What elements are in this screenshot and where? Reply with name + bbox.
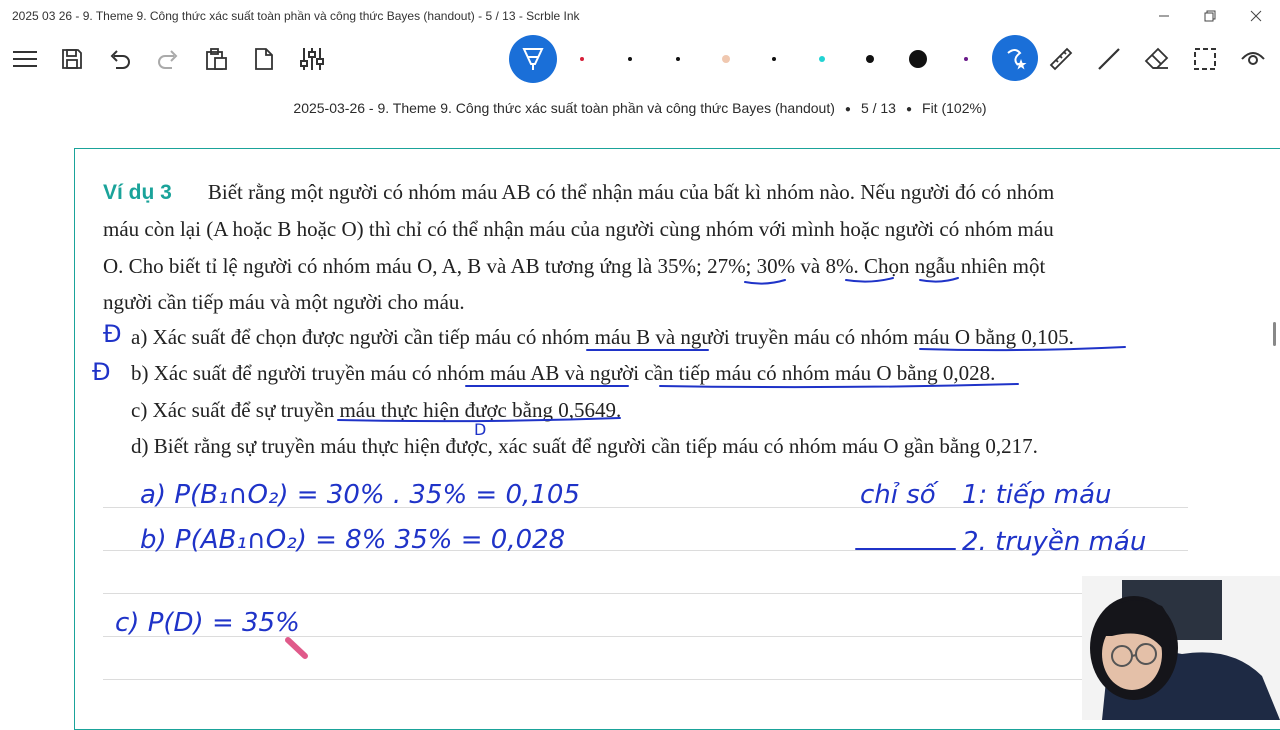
pen-color-swatch[interactable] (628, 57, 632, 61)
pen-color-swatch[interactable] (964, 57, 968, 61)
ink-mark-d: D (474, 420, 487, 439)
ink-note-title: chỉ số (860, 480, 936, 510)
scrollbar-thumb[interactable] (1273, 322, 1276, 346)
ink-mark-b: Đ (92, 358, 111, 386)
ink-mark-a: Đ (103, 320, 122, 348)
pen-color-swatch[interactable] (866, 55, 874, 63)
pen-color-swatch[interactable] (819, 56, 825, 62)
pen-color-swatch[interactable] (676, 57, 680, 61)
pen-color-swatch[interactable] (772, 57, 776, 61)
pen-cursor (285, 637, 308, 659)
pen-color-swatch[interactable] (722, 55, 730, 63)
ink-work-b: b) P(AB₁∩O₂) = 8% 35% = 0,028 (140, 525, 566, 555)
pen-color-swatch[interactable] (580, 57, 584, 61)
webcam-overlay (1082, 576, 1280, 720)
presenter-video (1082, 576, 1280, 720)
pen-color-swatch[interactable] (909, 50, 927, 68)
ink-note-1: 1: tiếp máu (962, 480, 1112, 510)
ink-work-a: a) P(B₁∩O₂) = 30% . 35% = 0,105 (140, 480, 580, 510)
ink-note-2: 2. truyền máu (962, 527, 1147, 557)
ink-work-c: c) P(D) = 35% (115, 608, 300, 638)
